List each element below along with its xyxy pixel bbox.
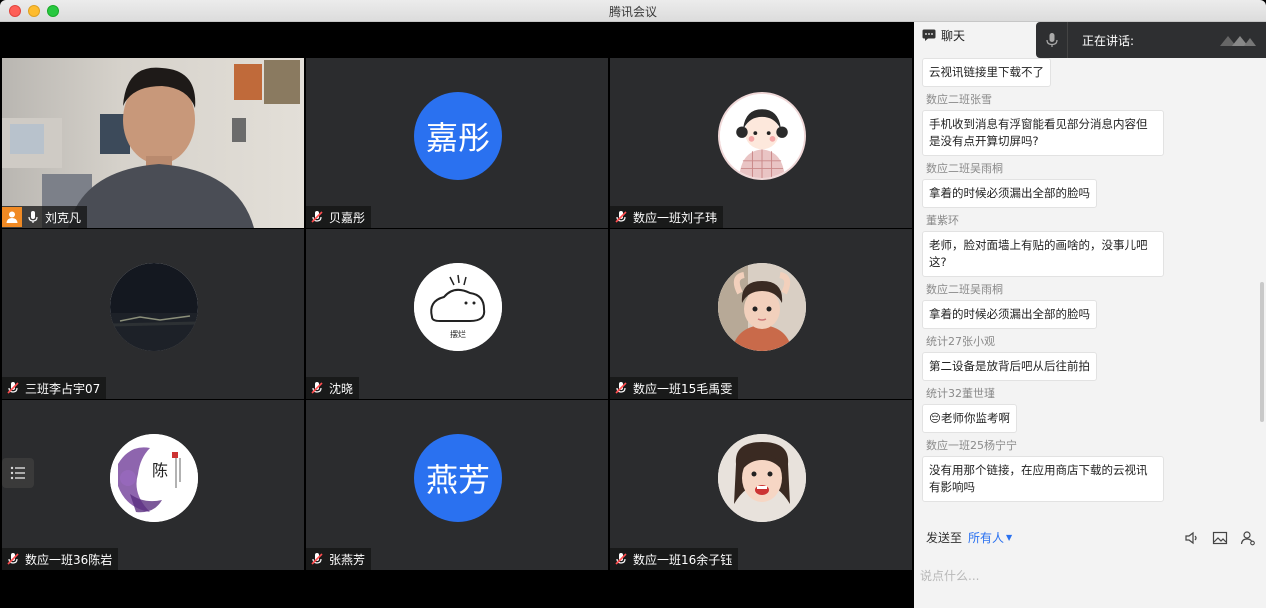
avatar-text: 陈 (152, 461, 168, 480)
participant-nameplate: 沈晓 (306, 377, 360, 399)
chat-message-list[interactable]: 云视讯链接里下载不了 数应二班张雪 手机收到消息有浮窗能看见部分消息内容但是没有… (914, 48, 1254, 524)
participant-name: 数应一班36陈岩 (25, 552, 113, 567)
participant-name: 张燕芳 (329, 552, 366, 567)
video-tile-8[interactable]: 数应一班16余子钰 (610, 400, 912, 570)
message-text: 手机收到消息有浮窗能看见部分消息内容但是没有点开算切屏吗? (922, 110, 1164, 156)
participant-avatar: 嘉彤 (414, 92, 502, 180)
video-tile-2[interactable]: 数应一班刘子玮 (610, 58, 912, 228)
chat-message: 数应二班吴雨桐 拿着的时候必须漏出全部的脸吗 (922, 159, 1254, 208)
chat-message: 数应二班张雪 手机收到消息有浮窗能看见部分消息内容但是没有点开算切屏吗? (922, 90, 1254, 156)
participant-name: 数应一班15毛禹雯 (633, 381, 733, 396)
microphone-icon (1045, 33, 1058, 47)
speaking-indicator: 正在讲话: (1036, 22, 1266, 58)
participant-name: 沈晓 (329, 381, 354, 396)
microphone-muted-icon (7, 553, 19, 565)
microphone-muted-icon (7, 382, 19, 394)
smiling-girl-icon (718, 434, 806, 522)
speaking-label: 正在讲话: (1082, 33, 1135, 48)
user-settings-icon[interactable] (1240, 530, 1256, 546)
video-tile-1[interactable]: 嘉彤 贝嘉彤 (306, 58, 608, 228)
speaker-icon[interactable] (1184, 530, 1200, 546)
avatar-caption: 摆烂 (450, 329, 466, 339)
video-grid: 刘克凡 嘉彤 贝嘉彤 数应一班刘子玮 三班李占宇07 摆烂 沈晓 数应一班15毛… (0, 22, 914, 608)
message-text: 没有用那个链接，在应用商店下载的云视讯有影响吗 (922, 456, 1164, 502)
speaking-mic (1036, 22, 1068, 58)
participant-nameplate: 数应一班36陈岩 (2, 548, 119, 570)
person-video-icon (2, 60, 300, 228)
microphone-muted-icon (311, 211, 323, 223)
chat-footer: 发送至 所有人 ▼ (914, 524, 1266, 608)
microphone-muted-icon (311, 382, 323, 394)
send-to-label: 发送至 (926, 530, 963, 545)
video-tile-4[interactable]: 摆烂 沈晓 (306, 229, 608, 399)
video-tile-3[interactable]: 三班李占宇07 (2, 229, 304, 399)
microphone-muted-icon (311, 553, 323, 565)
participant-nameplate: 刘克凡 (2, 206, 88, 228)
tencent-meeting-logo-icon (1220, 36, 1256, 46)
host-badge (2, 207, 22, 227)
microphone-on-icon (28, 211, 38, 223)
chat-panel: 聊天 云视讯链接里下载不了 数应二班张雪 手机收到消息有浮窗能看见部分消息内容但… (914, 22, 1266, 608)
participant-name: 数应一班刘子玮 (633, 210, 718, 225)
participant-name: 数应一班16余子钰 (633, 552, 733, 567)
participant-list-toggle-button[interactable] (2, 458, 34, 488)
video-tile-6[interactable]: 陈 数应一班36陈岩 (2, 400, 304, 570)
chat-icon (922, 29, 936, 41)
cartoon-girl-icon (718, 92, 806, 180)
chat-message: 统计27张小观 第二设备是放背后吧从后往前拍 (922, 332, 1254, 381)
message-sender: 数应二班张雪 (926, 93, 992, 106)
participant-avatar: 燕芳 (414, 434, 502, 522)
chat-message: 统计32董世瑾 😔老师你监考啊 (922, 384, 1254, 433)
lying-cartoon-icon: 摆烂 (414, 263, 502, 351)
chat-title: 聊天 (941, 28, 966, 43)
video-tile-0[interactable]: 刘克凡 (2, 58, 304, 228)
chat-message: 董紫环 老师，脸对面墙上有贴的画啥的，没事儿吧这? (922, 211, 1254, 277)
participant-name: 刘克凡 (45, 210, 82, 225)
participant-name: 三班李占宇07 (25, 381, 101, 396)
purple-seal-icon: 陈 (110, 434, 198, 522)
chat-message: 数应二班吴雨桐 拿着的时候必须漏出全部的脸吗 (922, 280, 1254, 329)
chat-scrollbar[interactable] (1260, 282, 1264, 422)
participant-nameplate: 数应一班15毛禹雯 (610, 377, 739, 399)
image-icon[interactable] (1212, 530, 1228, 546)
chevron-down-icon[interactable]: ▼ (1006, 533, 1012, 542)
night-sky-icon (110, 263, 198, 351)
video-tile-7[interactable]: 燕芳 张燕芳 (306, 400, 608, 570)
participant-name: 贝嘉彤 (329, 210, 366, 225)
host-user-icon (6, 211, 18, 223)
participant-nameplate: 数应一班16余子钰 (610, 548, 739, 570)
send-to-target-dropdown[interactable]: 所有人 (968, 529, 1004, 546)
participant-nameplate: 三班李占宇07 (2, 377, 107, 399)
camera-feed (2, 58, 304, 228)
message-sender: 数应二班吴雨桐 (926, 162, 1003, 175)
message-text: 拿着的时候必须漏出全部的脸吗 (922, 179, 1097, 208)
child-photo-icon (718, 263, 806, 351)
message-sender: 数应一班25杨宁宁 (926, 439, 1017, 452)
participant-nameplate: 数应一班刘子玮 (610, 206, 724, 228)
message-text: 拿着的时候必须漏出全部的脸吗 (922, 300, 1097, 329)
title-bar: 腾讯会议 (0, 0, 1266, 22)
microphone-muted-icon (615, 211, 627, 223)
list-icon (10, 466, 25, 480)
microphone-muted-icon (615, 553, 627, 565)
message-sender: 数应二班吴雨桐 (926, 283, 1003, 296)
message-sender: 董紫环 (926, 214, 959, 227)
participant-nameplate: 张燕芳 (306, 548, 372, 570)
message-text: 老师，脸对面墙上有贴的画啥的，没事儿吧这? (922, 231, 1164, 277)
message-text: 😔老师你监考啊 (922, 404, 1017, 433)
message-sender: 统计27张小观 (926, 335, 995, 348)
chat-message: 数应一班25杨宁宁 没有用那个链接，在应用商店下载的云视讯有影响吗 (922, 436, 1254, 502)
message-text: 第二设备是放背后吧从后往前拍 (922, 352, 1097, 381)
chat-message: 云视讯链接里下载不了 (922, 58, 1254, 87)
message-sender: 统计32董世瑾 (926, 387, 995, 400)
microphone-muted-icon (615, 382, 627, 394)
video-tile-5[interactable]: 数应一班15毛禹雯 (610, 229, 912, 399)
chat-tools (1184, 530, 1256, 546)
chat-input[interactable] (920, 556, 1256, 596)
participant-nameplate: 贝嘉彤 (306, 206, 372, 228)
window-title: 腾讯会议 (608, 5, 657, 19)
message-text: 云视讯链接里下载不了 (922, 58, 1051, 87)
